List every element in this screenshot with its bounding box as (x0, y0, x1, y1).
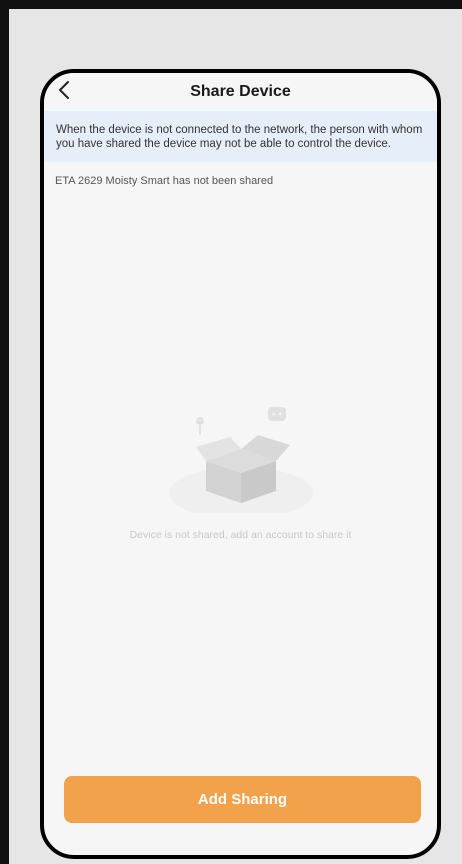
share-status-text: ETA 2629 Moisty Smart has not been share… (55, 175, 274, 187)
top-border (0, 0, 462, 9)
empty-box-icon (168, 407, 313, 513)
page-title: Share Device (190, 83, 291, 100)
notice-text: When the device is not connected to the … (56, 124, 423, 150)
empty-state-text: Device is not shared, add an account to … (129, 529, 352, 541)
network-notice-banner: When the device is not connected to the … (44, 111, 437, 162)
navigation-bar: Share Device (44, 73, 437, 111)
add-sharing-button[interactable]: Add Sharing (64, 776, 421, 823)
add-sharing-label: Add Sharing (197, 791, 288, 808)
phone-screen: Share Device When the device is not conn… (40, 69, 441, 859)
page: Share Device When the device is not conn… (0, 0, 462, 864)
empty-state: Device is not shared, add an account to … (44, 403, 437, 541)
left-border (0, 0, 9, 864)
